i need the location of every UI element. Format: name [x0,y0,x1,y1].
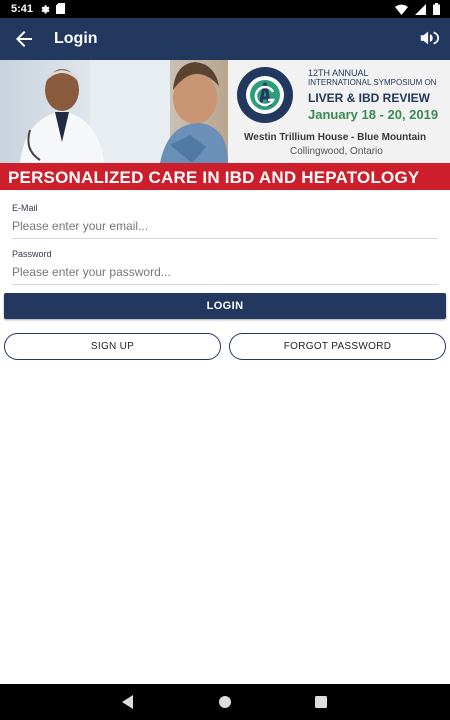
status-icons-right [395,3,440,15]
nav-recents-icon[interactable] [312,693,330,711]
banner-tagline: PERSONALIZED CARE IN IBD AND HEPATOLOGY [8,168,420,187]
status-bar: 5:41 [0,0,450,18]
megaphone-icon [420,31,440,45]
email-underline [12,238,438,239]
symposium-title: LIVER & IBD REVIEW [308,91,431,105]
password-label: Password [12,249,52,259]
wifi-icon [395,4,408,15]
sign-up-button[interactable]: SIGN UP [4,333,221,360]
password-underline [12,284,438,285]
signal-icon [415,3,426,15]
symposium-dates: January 18 - 20, 2019 [308,107,439,122]
forgot-password-button[interactable]: FORGOT PASSWORD [229,333,446,360]
nav-home-icon[interactable] [216,693,234,711]
symposium-subtitle: INTERNATIONAL SYMPOSIUM ON [308,78,437,87]
sd-card-icon [56,3,65,14]
symposium-venue: Westin Trillium House - Blue Mountain [244,132,427,143]
email-label: E-Mail [12,203,38,213]
doctor-patient-photo [0,60,228,163]
system-nav-bar [0,684,450,720]
status-icons-left [39,3,65,14]
announcements-button[interactable] [418,27,442,51]
battery-icon [433,3,440,15]
association-logo [237,67,293,123]
login-button[interactable]: LOGIN [4,293,446,319]
event-banner: 12TH ANNUAL INTERNATIONAL SYMPOSIUM ON L… [0,60,450,190]
symposium-city: Collingwood, Ontario [290,146,383,157]
arrow-back-icon [16,31,32,47]
gear-icon [41,5,50,14]
back-button[interactable] [12,27,36,51]
app-bar: Login [0,18,450,60]
tagline-strip: PERSONALIZED CARE IN IBD AND HEPATOLOGY [0,163,450,190]
nav-back-icon[interactable] [119,693,137,711]
symposium-info: 12TH ANNUAL INTERNATIONAL SYMPOSIUM ON L… [228,60,450,163]
email-field[interactable] [12,216,438,236]
password-field[interactable] [12,262,438,282]
page-title: Login [54,30,98,47]
status-time: 5:41 [11,3,34,15]
symposium-edition: 12TH ANNUAL [308,68,369,78]
